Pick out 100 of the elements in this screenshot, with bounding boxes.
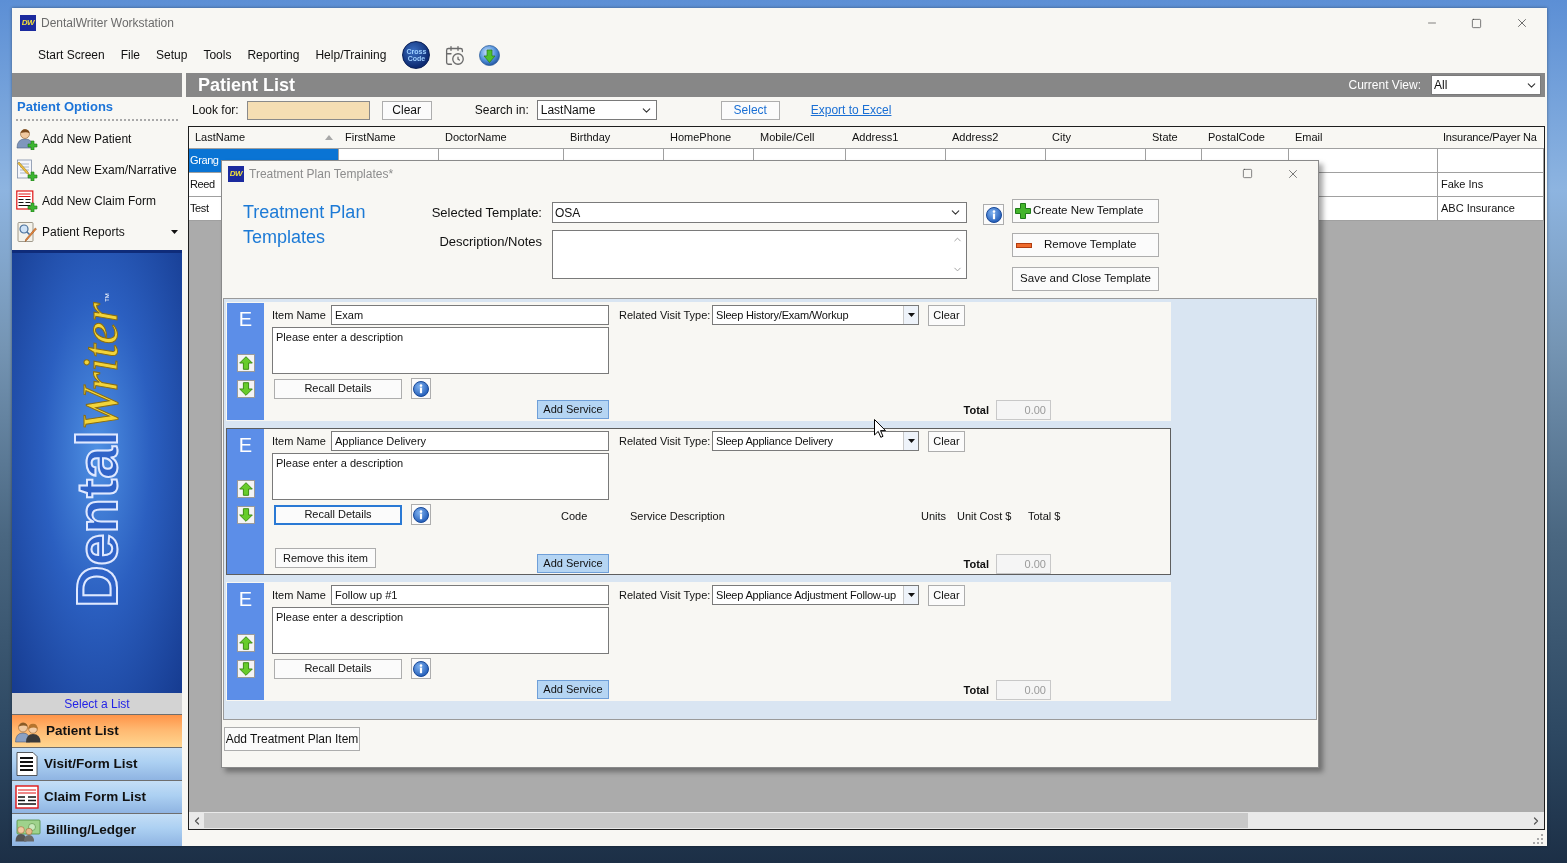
column-header[interactable]: Email xyxy=(1289,127,1438,148)
arrow-up-icon xyxy=(238,482,253,496)
field-label: Item Name xyxy=(272,587,327,603)
arrow-up-icon xyxy=(238,356,253,370)
form-icon xyxy=(15,785,39,809)
column-heading: Total $ xyxy=(1028,509,1061,522)
menu-item[interactable]: Help/Training xyxy=(307,43,395,67)
app-logo: DW xyxy=(228,165,244,182)
column-header[interactable]: Address1 xyxy=(846,127,946,148)
field-label: Related Visit Type: xyxy=(619,587,712,603)
list-tab[interactable]: Claim Form List xyxy=(12,780,182,813)
item-name-field[interactable]: Appliance Delivery xyxy=(331,431,609,451)
description-field[interactable]: Please enter a description xyxy=(272,327,609,374)
list-tab[interactable]: Visit/Form List xyxy=(12,747,182,780)
column-header[interactable]: Mobile/Cell xyxy=(754,127,846,148)
description-field[interactable]: Please enter a description xyxy=(272,453,609,500)
arrow-up-icon xyxy=(238,636,253,650)
sidebar-link[interactable]: Add New Claim Form xyxy=(42,191,157,210)
column-heading: Service Description xyxy=(630,509,725,522)
list-tab[interactable]: Billing/Ledger xyxy=(12,813,182,846)
form-plus-icon xyxy=(16,189,38,212)
remove-template-button[interactable]: Remove Template xyxy=(1012,233,1159,257)
column-header[interactable]: LastName xyxy=(189,127,339,148)
user-plus-icon xyxy=(16,127,38,150)
column-header[interactable]: Birthday xyxy=(564,127,664,148)
move-down-button[interactable] xyxy=(236,380,255,398)
arrow-down-icon xyxy=(238,382,253,396)
move-up-button[interactable] xyxy=(236,480,255,498)
create-template-button[interactable]: Create New Template xyxy=(1012,199,1159,223)
menu-item[interactable]: File xyxy=(112,43,149,67)
column-header[interactable]: City xyxy=(1046,127,1146,148)
sidebar-link[interactable]: Patient Reports xyxy=(42,222,125,241)
clear-button[interactable]: Clear xyxy=(928,304,965,326)
add-item-button[interactable]: Add Treatment Plan Item xyxy=(224,727,360,751)
window-title: DentalWriter Workstation xyxy=(41,15,174,32)
clear-button[interactable]: Clear xyxy=(928,584,965,606)
scroll-thumb[interactable] xyxy=(204,813,1248,828)
total-field: 0.00 xyxy=(996,680,1051,700)
column-header[interactable]: State xyxy=(1146,127,1202,148)
search-in-dropdown[interactable]: LastName xyxy=(536,100,657,120)
menu-item[interactable]: Setup xyxy=(148,43,196,67)
column-header[interactable]: PostalCode xyxy=(1202,127,1289,148)
sidebar-link[interactable]: Add New Exam/Narrative xyxy=(42,160,177,179)
sidebar-link[interactable]: Add New Patient xyxy=(42,129,132,148)
menu-item[interactable]: Reporting xyxy=(239,43,308,67)
document-icon xyxy=(15,752,39,776)
menu-item[interactable]: Tools xyxy=(195,43,240,67)
caret-down-icon xyxy=(907,439,915,443)
column-header[interactable]: Insurance/Payer Na xyxy=(1438,127,1544,148)
recall-details-button[interactable]: Recall Details xyxy=(274,378,402,399)
item-name-field[interactable]: Exam xyxy=(331,305,609,325)
move-down-button[interactable] xyxy=(236,506,255,524)
template-dropdown[interactable]: OSA xyxy=(552,202,967,223)
info-button[interactable] xyxy=(983,204,1004,225)
field-label: Look for: xyxy=(192,102,239,119)
notes-field[interactable] xyxy=(552,230,967,279)
people-icon xyxy=(15,719,41,743)
plus-icon xyxy=(1015,203,1031,219)
info-button[interactable] xyxy=(411,504,431,525)
info-icon xyxy=(413,506,429,523)
item-name-field[interactable]: Follow up #1 xyxy=(331,585,609,605)
add-service-button[interactable]: Add Service xyxy=(537,400,609,419)
column-header[interactable]: FirstName xyxy=(339,127,439,148)
document-pencil-icon xyxy=(16,158,38,181)
field-label: Description/Notes xyxy=(439,233,542,251)
clear-button[interactable]: Clear xyxy=(381,100,432,120)
maximize-icon xyxy=(1471,17,1482,29)
description-field[interactable]: Please enter a description xyxy=(272,607,609,654)
visit-type-dropdown[interactable]: Sleep History/Exam/Workup xyxy=(712,305,919,325)
look-for-field[interactable] xyxy=(246,100,370,120)
globe-download-icon[interactable] xyxy=(479,44,501,66)
column-header[interactable]: Address2 xyxy=(946,127,1046,148)
info-icon xyxy=(413,380,429,397)
list-heading: Select a List xyxy=(64,695,130,713)
move-up-button[interactable] xyxy=(236,634,255,652)
menu-item[interactable]: Start Screen xyxy=(30,43,113,67)
move-up-button[interactable] xyxy=(236,354,255,372)
recall-details-button[interactable]: Recall Details xyxy=(274,504,402,525)
info-button[interactable] xyxy=(411,378,431,399)
save-close-button[interactable]: Save and Close Template xyxy=(1012,267,1159,291)
clear-button[interactable]: Clear xyxy=(928,430,965,452)
column-header[interactable]: DoctorName xyxy=(439,127,564,148)
field-label: Related Visit Type: xyxy=(619,307,712,323)
select-button[interactable]: Select xyxy=(720,100,780,120)
visit-type-dropdown[interactable]: Sleep Appliance Delivery xyxy=(712,431,919,451)
visit-type-dropdown[interactable]: Sleep Appliance Adjustment Follow-up xyxy=(712,585,919,605)
add-service-button[interactable]: Add Service xyxy=(537,680,609,699)
add-service-button[interactable]: Add Service xyxy=(537,554,609,573)
calendar-clock-icon[interactable] xyxy=(444,44,466,66)
field-label: Item Name xyxy=(272,307,327,323)
column-header[interactable]: HomePhone xyxy=(664,127,754,148)
remove-item-button[interactable]: Remove this item xyxy=(275,548,376,568)
list-tab[interactable]: Patient List xyxy=(12,714,182,747)
export-link[interactable]: Export to Excel xyxy=(810,101,892,119)
recall-details-button[interactable]: Recall Details xyxy=(274,658,402,679)
move-down-button[interactable] xyxy=(236,660,255,678)
current-view-dropdown[interactable]: All xyxy=(1431,75,1541,95)
resize-grip-icon[interactable] xyxy=(1533,834,1543,844)
info-button[interactable] xyxy=(411,658,431,679)
total-label: Total xyxy=(963,402,989,418)
